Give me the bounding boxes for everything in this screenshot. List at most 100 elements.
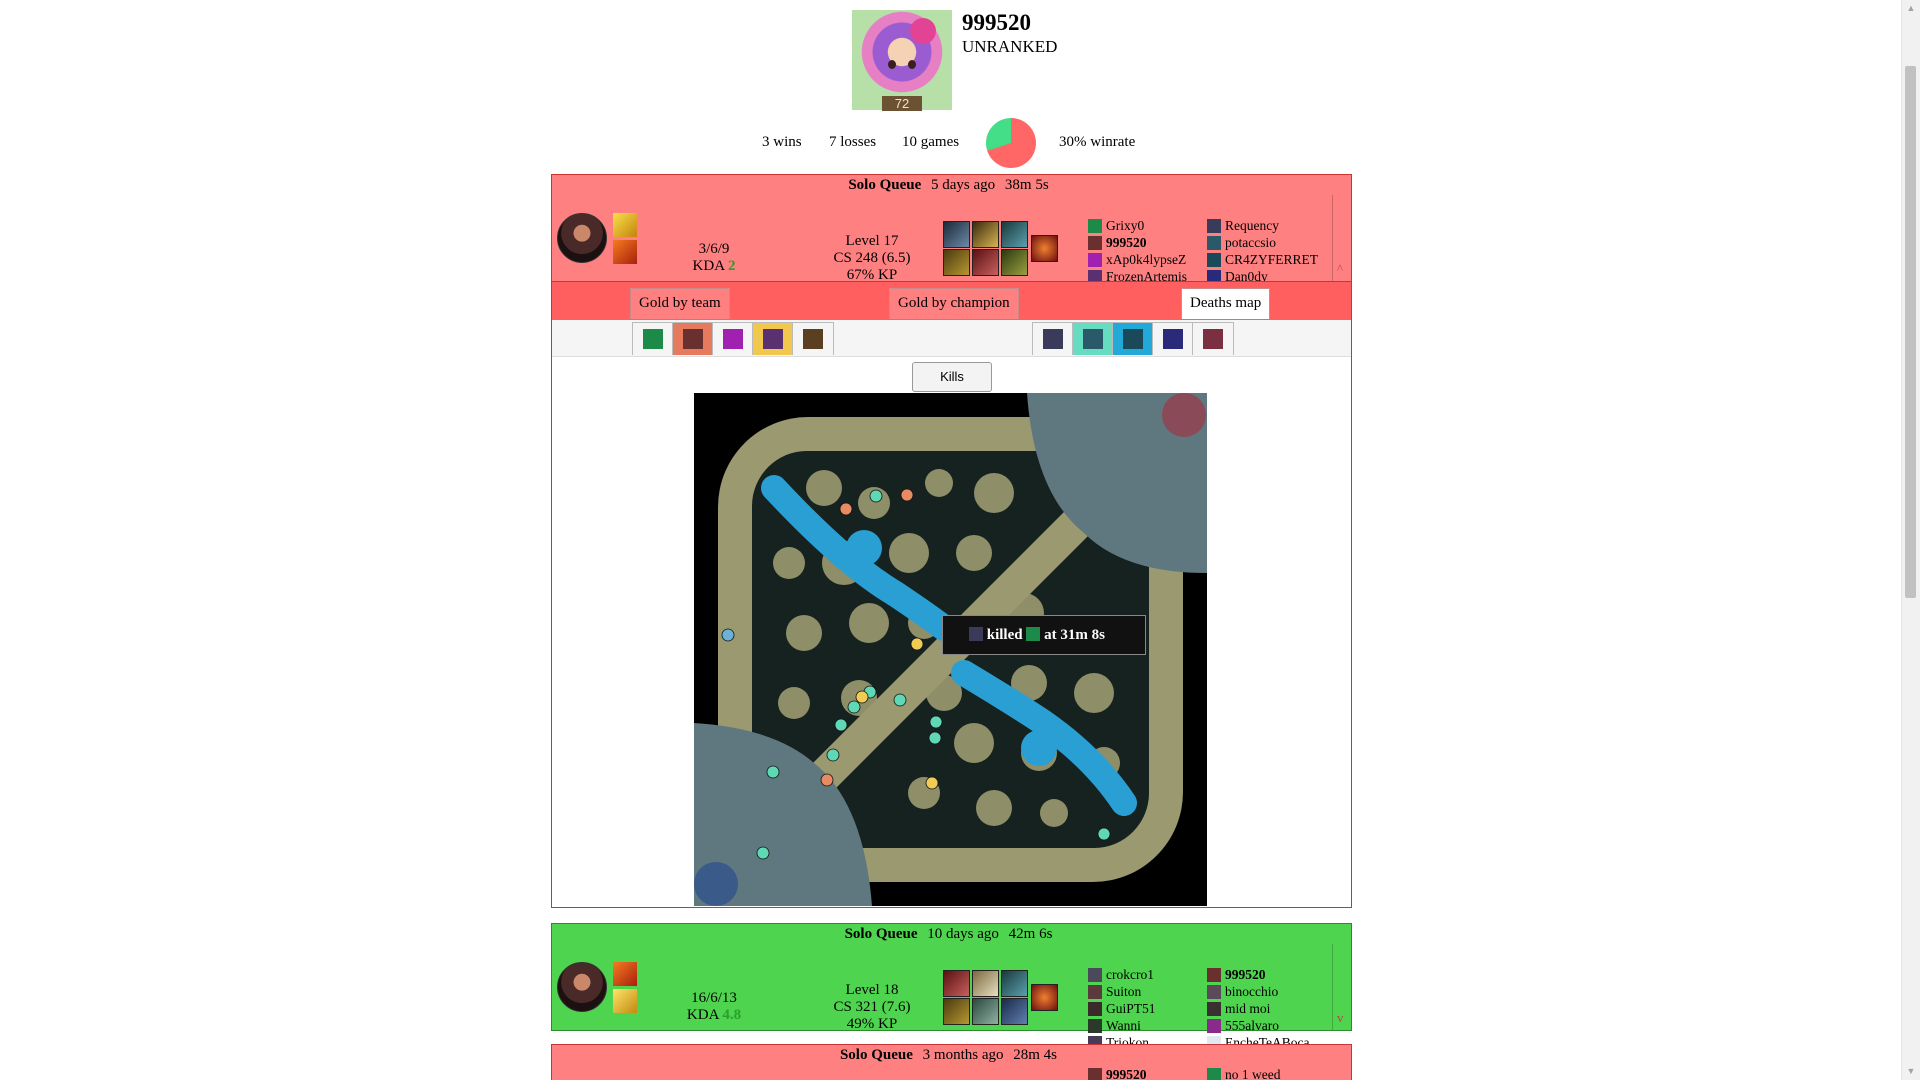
player-entry[interactable]: CR4ZYFERRET [1207, 251, 1318, 268]
player-name[interactable]: Wanni [1106, 1018, 1141, 1033]
champion-filter-button[interactable] [672, 322, 714, 355]
collapse-toggle[interactable]: ^ [1332, 195, 1351, 281]
match-header: Solo Queue 10 days ago 42m 6s [552, 924, 1351, 944]
player-entry[interactable]: binocchio [1207, 983, 1310, 1000]
player-entry[interactable]: crokcro1 [1088, 966, 1156, 983]
kill-participation: 49% KP [846, 1016, 898, 1032]
player-name[interactable]: Requency [1225, 218, 1279, 233]
team-blue-list: crokcro1 Suiton GuiPT51 Wanni Triokon [1088, 966, 1156, 1051]
player-name[interactable]: 999520 [1225, 967, 1266, 982]
champion-filter-button[interactable] [632, 322, 674, 355]
champion-filter-bar [552, 320, 1351, 357]
expand-toggle[interactable]: v [1332, 944, 1351, 1030]
player-entry[interactable]: no 1 weed [1207, 1066, 1280, 1080]
tab-gold-by-champion[interactable]: Gold by champion [889, 288, 1019, 319]
player-name[interactable]: xAp0k4lypseZ [1106, 252, 1186, 267]
death-marker[interactable] [928, 731, 942, 745]
death-marker[interactable] [839, 502, 853, 516]
avatar-eye [908, 60, 916, 69]
chevron-up-icon: ^ [1337, 261, 1344, 276]
champion-filter-button[interactable] [1072, 322, 1114, 355]
death-marker[interactable] [900, 488, 914, 502]
avatar-eye [888, 60, 896, 69]
item-icon [1001, 221, 1028, 248]
trinket-icon [1031, 235, 1058, 262]
tab-gold-by-team[interactable]: Gold by team [630, 288, 730, 319]
player-name[interactable]: Suiton [1106, 984, 1141, 999]
match-card[interactable]: Solo Queue 5 days ago 38m 5s 3/6/9 KDA 2… [551, 174, 1352, 908]
tab-deaths-map[interactable]: Deaths map [1181, 288, 1271, 319]
champion-icon [1088, 236, 1102, 250]
champion-filter-button[interactable] [1152, 322, 1194, 355]
item-icon [943, 221, 970, 248]
champion-filter-button[interactable] [1192, 322, 1234, 355]
kills-toggle-button[interactable]: Kills [912, 362, 992, 392]
death-marker[interactable] [820, 773, 834, 787]
match-card[interactable]: Solo Queue 10 days ago 42m 6s 16/6/13 KD… [551, 923, 1352, 1050]
scroll-down-arrow-icon[interactable]: ▼ [1902, 1063, 1920, 1080]
player-name[interactable]: binocchio [1225, 984, 1278, 999]
death-marker[interactable] [756, 846, 770, 860]
death-marker[interactable] [925, 776, 939, 790]
scroll-up-arrow-icon[interactable]: ▲ [1902, 0, 1920, 17]
death-marker[interactable] [1097, 827, 1111, 841]
champion-icon [1207, 219, 1221, 233]
death-marker[interactable] [929, 715, 943, 729]
champion-filter-button[interactable] [1112, 322, 1154, 355]
death-marker[interactable] [869, 489, 883, 503]
match-card[interactable]: Solo Queue 3 months ago 28m 4s 999520 no… [551, 1044, 1352, 1080]
player-name[interactable]: 555alvaro [1225, 1018, 1279, 1033]
player-entry[interactable]: 999520 [1088, 1066, 1147, 1080]
death-marker[interactable] [855, 690, 869, 704]
death-marker[interactable] [721, 628, 735, 642]
match-duration: 42m 6s [1008, 926, 1053, 942]
champion-filter-button[interactable] [1032, 322, 1074, 355]
player-name[interactable]: potaccsio [1225, 235, 1276, 250]
kda-ratio: 4.8 [722, 1007, 742, 1023]
trinket-icon [1031, 984, 1058, 1011]
death-marker[interactable] [826, 748, 840, 762]
player-name[interactable]: 999520 [1106, 235, 1147, 250]
player-name[interactable]: no 1 weed [1225, 1067, 1280, 1080]
player-name[interactable]: Grixy0 [1106, 218, 1144, 233]
champion-icon [1088, 253, 1102, 267]
player-entry[interactable]: Requency [1207, 217, 1318, 234]
summoner-spell-flash-icon [613, 989, 637, 1013]
player-entry[interactable]: Grixy0 [1088, 217, 1187, 234]
match-kda: KDA 2 [674, 258, 754, 275]
killer-champion-icon [969, 627, 983, 641]
champion-filter-button[interactable] [792, 322, 834, 355]
match-duration: 28m 4s [1013, 1047, 1058, 1063]
page-scrollbar[interactable]: ▲ ▼ [1901, 0, 1920, 1080]
champion-filter-button[interactable] [752, 322, 794, 355]
scrollbar-thumb[interactable] [1905, 66, 1916, 598]
champion-icon [1088, 985, 1102, 999]
death-marker[interactable] [893, 693, 907, 707]
player-name[interactable]: GuiPT51 [1106, 1001, 1156, 1016]
death-marker[interactable] [847, 700, 861, 714]
death-marker[interactable] [834, 718, 848, 732]
player-entry[interactable]: 555alvaro [1207, 1017, 1310, 1034]
player-entry[interactable]: potaccsio [1207, 234, 1318, 251]
player-entry[interactable]: 999520 [1207, 966, 1310, 983]
player-name[interactable]: CR4ZYFERRET [1225, 252, 1318, 267]
death-marker[interactable] [766, 765, 780, 779]
deaths-map-panel: Kills killed at 31m 8s [552, 357, 1351, 907]
player-entry[interactable]: 999520 [1088, 234, 1187, 251]
player-entry[interactable]: Suiton [1088, 983, 1156, 1000]
player-name[interactable]: mid moi [1225, 1001, 1270, 1016]
summoner-name: 999520 [962, 10, 1031, 35]
summoner-spell-ignite-icon [613, 240, 637, 264]
player-entry[interactable]: xAp0k4lypseZ [1088, 251, 1187, 268]
player-name[interactable]: 999520 [1106, 1067, 1147, 1080]
player-entry[interactable]: Wanni [1088, 1017, 1156, 1034]
champion-filter-button[interactable] [712, 322, 754, 355]
player-entry[interactable]: GuiPT51 [1088, 1000, 1156, 1017]
summoner-rank: UNRANKED [962, 37, 1058, 56]
death-marker[interactable] [910, 637, 924, 651]
match-header: Solo Queue 3 months ago 28m 4s [552, 1045, 1351, 1065]
player-name[interactable]: crokcro1 [1106, 967, 1154, 982]
champion-icon [1207, 968, 1221, 982]
player-entry[interactable]: mid moi [1207, 1000, 1310, 1017]
team-red-list: no 1 weed [1207, 1066, 1280, 1080]
